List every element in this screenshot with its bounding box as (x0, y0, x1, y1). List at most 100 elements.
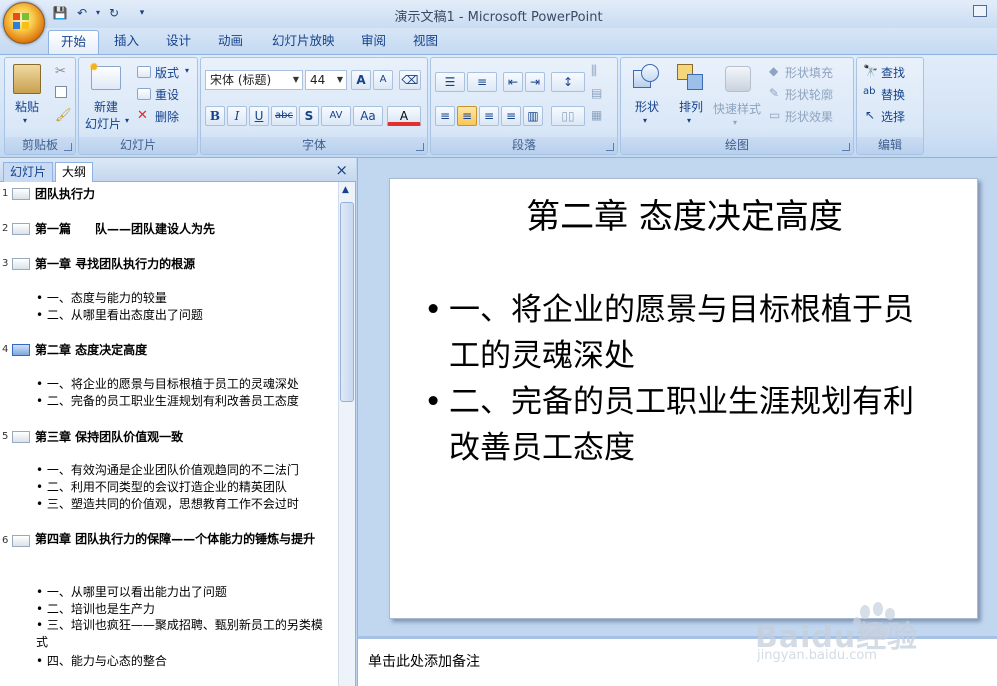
restore-window-icon[interactable] (973, 5, 987, 17)
outline-bullet[interactable]: • 二、利用不同类型的会议打造企业的精英团队 (36, 478, 287, 495)
outline-bullet[interactable]: • 二、从哪里看出态度出了问题 (36, 306, 203, 323)
slide-icon-selected[interactable] (12, 344, 30, 356)
new-slide-label-2[interactable]: 幻灯片 (85, 115, 121, 132)
columns-button[interactable]: ▯▯ (551, 106, 585, 126)
slide-icon[interactable] (12, 535, 30, 547)
format-painter-icon[interactable]: 🖌 (55, 108, 72, 123)
tab-slides[interactable]: 幻灯片 (3, 162, 54, 182)
align-text-icon[interactable]: ▤ (591, 86, 602, 100)
quick-styles-icon[interactable] (725, 66, 751, 92)
change-case-button[interactable]: Aa (353, 106, 383, 126)
decrease-indent-button[interactable]: ⇤ (503, 72, 523, 92)
scroll-up-icon[interactable]: ▲ (342, 185, 349, 195)
outline-slide-title[interactable]: 第三章 保持团队价值观一致 (35, 428, 183, 445)
replace-icon[interactable]: ab (863, 86, 875, 97)
outline-bullet[interactable]: • 一、有效沟通是企业团队价值观趋同的不二法门 (36, 461, 299, 478)
outline-bullet[interactable]: • 三、培训也疯狂——聚成招聘、甄别新员工的另类模式 (36, 617, 326, 651)
outline-slide-title[interactable]: 第一章 寻找团队执行力的根源 (35, 255, 195, 272)
arrange-label[interactable]: 排列 (679, 98, 703, 115)
tab-insert[interactable]: 插入 (102, 30, 151, 54)
text-direction-icon[interactable]: ⫼ (591, 64, 597, 79)
outline-slide-title[interactable]: 第四章 团队执行力的保障——个体能力的锤炼与提升 (35, 531, 330, 548)
outline-bullet[interactable]: • 二、完备的员工职业生涯规划有利改善员工态度 (36, 392, 299, 409)
outline-scrollbar[interactable]: ▲ (338, 182, 355, 686)
outline-bullet[interactable]: • 一、从哪里可以看出能力出了问题 (36, 583, 227, 600)
slide-canvas[interactable]: 第二章 态度决定高度 • 一、将企业的愿景与目标根植于员工的灵魂深处 • 二、完… (389, 178, 978, 619)
strikethrough-button[interactable]: abc (271, 106, 297, 126)
new-slide-dropdown-icon[interactable]: ▾ (125, 116, 129, 125)
align-left-button[interactable]: ≡ (435, 106, 455, 126)
shapes-icon[interactable] (633, 64, 659, 92)
clipboard-launcher-icon[interactable] (64, 143, 72, 151)
drawing-launcher-icon[interactable] (842, 143, 850, 151)
slide-bullet[interactable]: • 一、将企业的愿景与目标根植于员工的灵魂深处 (424, 287, 924, 379)
justify-button[interactable]: ≡ (501, 106, 521, 126)
smartart-icon[interactable]: ▦ (591, 108, 602, 122)
layout-label[interactable]: 版式 (155, 64, 179, 81)
shape-fill-icon[interactable]: ◆ (769, 64, 778, 78)
replace-label[interactable]: 替换 (881, 86, 905, 103)
layout-icon[interactable] (137, 66, 151, 78)
find-icon[interactable]: 🔭 (863, 64, 878, 78)
font-size-combo[interactable]: 44 ▼ (305, 70, 347, 90)
tab-view[interactable]: 视图 (401, 30, 450, 54)
outline-bullet[interactable]: • 一、将企业的愿景与目标根植于员工的灵魂深处 (36, 375, 299, 392)
tab-outline[interactable]: 大纲 (55, 162, 94, 182)
slide-bullet[interactable]: • 二、完备的员工职业生涯规划有利改善员工态度 (424, 379, 924, 471)
font-color-button[interactable]: A (387, 106, 421, 126)
bold-button[interactable]: B (205, 106, 225, 126)
shape-fill-label[interactable]: 形状填充 (785, 64, 833, 81)
distribute-button[interactable]: ▥ (523, 106, 543, 126)
align-center-button[interactable]: ≡ (457, 106, 477, 126)
tab-design[interactable]: 设计 (154, 30, 203, 54)
outline-slide-title[interactable]: 团队执行力 (35, 185, 95, 202)
slide-icon[interactable] (12, 258, 30, 270)
close-icon[interactable]: × (335, 162, 348, 178)
outline-view[interactable]: 1 团队执行力 2 第一篇 队——团队建设人为先 3 第一章 寻找团队执行力的根… (0, 182, 338, 686)
tab-animations[interactable]: 动画 (206, 30, 255, 54)
bullets-button[interactable]: ☰ (435, 72, 465, 92)
clear-format-button[interactable]: ⌫ (399, 70, 421, 90)
reset-icon[interactable] (137, 88, 151, 100)
arrange-icon[interactable] (677, 64, 705, 92)
scrollbar-thumb[interactable] (340, 202, 354, 402)
save-icon[interactable]: 💾 (52, 5, 68, 21)
undo-dropdown-icon[interactable]: ▾ (90, 5, 106, 21)
paste-dropdown-icon[interactable]: ▾ (23, 116, 27, 125)
line-spacing-button[interactable]: ↕ (551, 72, 585, 92)
shape-effects-label[interactable]: 形状效果 (785, 108, 833, 125)
slide-icon[interactable] (12, 431, 30, 443)
char-spacing-button[interactable]: AV (321, 106, 351, 126)
outline-bullet[interactable]: • 一、态度与能力的较量 (36, 289, 167, 306)
quick-styles-label[interactable]: 快速样式 (713, 100, 761, 117)
new-slide-label-1[interactable]: 新建 (94, 98, 118, 115)
paste-icon[interactable] (13, 64, 41, 94)
customize-qat-icon[interactable]: ▾ (134, 5, 150, 21)
cut-icon[interactable]: ✂ (55, 64, 66, 79)
select-cursor-icon[interactable]: ↖ (865, 108, 875, 122)
slide-title[interactable]: 第二章 态度决定高度 (390, 189, 979, 238)
font-launcher-icon[interactable] (416, 143, 424, 151)
outline-bullet[interactable]: • 四、能力与心态的整合 (36, 652, 167, 669)
shapes-label[interactable]: 形状 (635, 98, 659, 115)
shape-effects-icon[interactable]: ▭ (769, 108, 780, 122)
underline-button[interactable]: U (249, 106, 269, 126)
outline-bullet[interactable]: • 二、培训也是生产力 (36, 600, 155, 617)
shape-outline-label[interactable]: 形状轮廓 (785, 86, 833, 103)
redo-icon[interactable]: ↻ (106, 5, 122, 21)
tab-review[interactable]: 审阅 (349, 30, 398, 54)
shape-outline-icon[interactable]: ✎ (769, 86, 779, 100)
reset-label[interactable]: 重设 (155, 86, 179, 103)
outline-bullet[interactable]: • 三、塑造共同的价值观，思想教育工作不会过时 (36, 495, 299, 512)
slide-icon[interactable] (12, 223, 30, 235)
numbering-button[interactable]: ≡ (467, 72, 497, 92)
find-label[interactable]: 查找 (881, 64, 905, 81)
shrink-font-button[interactable]: A (373, 70, 393, 90)
italic-button[interactable]: I (227, 106, 247, 126)
increase-indent-button[interactable]: ⇥ (525, 72, 545, 92)
paragraph-launcher-icon[interactable] (606, 143, 614, 151)
align-right-button[interactable]: ≡ (479, 106, 499, 126)
tab-home[interactable]: 开始 (48, 30, 100, 54)
select-label[interactable]: 选择 (881, 108, 905, 125)
undo-icon[interactable]: ↶ (74, 5, 90, 21)
